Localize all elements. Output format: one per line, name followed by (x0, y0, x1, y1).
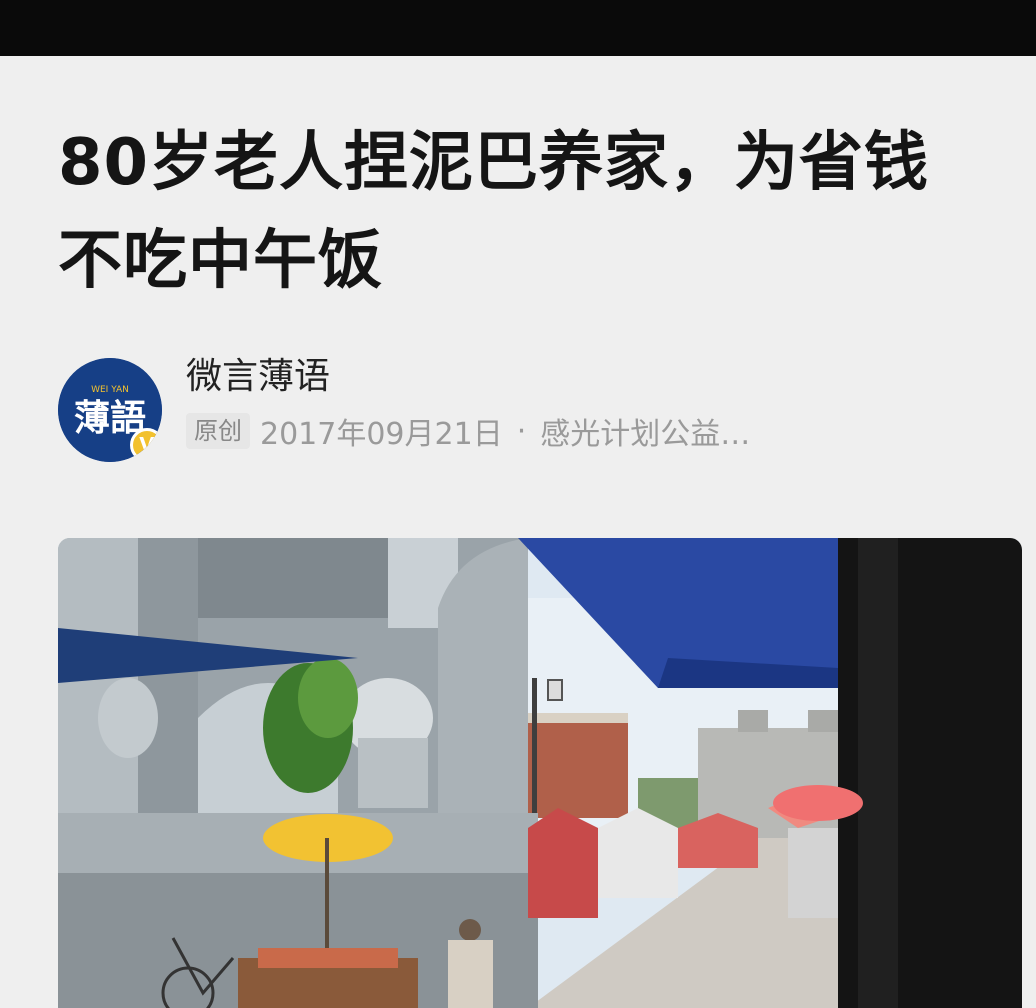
article-title-line1: 80岁老人捏泥巴养家，为省钱 (58, 126, 930, 200)
verified-v-icon: V (130, 428, 162, 462)
author-name[interactable]: 微言薄语 (186, 354, 330, 400)
article-title: 80岁老人捏泥巴养家，为省钱 不吃中午饭 (58, 114, 988, 310)
publish-date: 2017年09月21日 (260, 417, 503, 452)
meta-separator: · (516, 413, 527, 449)
status-bar (0, 0, 1036, 56)
avatar-subtext: WEI YAN (91, 385, 129, 395)
article-view: 80岁老人捏泥巴养家，为省钱 不吃中午饭 WEI YAN 薄語 V 微言薄语 原… (0, 56, 1036, 1008)
weiyan-logo-icon[interactable]: WEI YAN 薄語 V (58, 358, 162, 462)
original-tag: 原创 (186, 413, 250, 449)
article-title-line2: 不吃中午饭 (58, 224, 383, 298)
street-market-photo[interactable] (58, 538, 1022, 1008)
source-link[interactable]: 感光计划公益… (540, 409, 750, 453)
author-row[interactable]: WEI YAN 薄語 V 微言薄语 原创 2017年09月21日 · 感光计划公… (58, 354, 988, 464)
article-meta: 原创 2017年09月21日 · 感光计划公益… (186, 408, 750, 454)
